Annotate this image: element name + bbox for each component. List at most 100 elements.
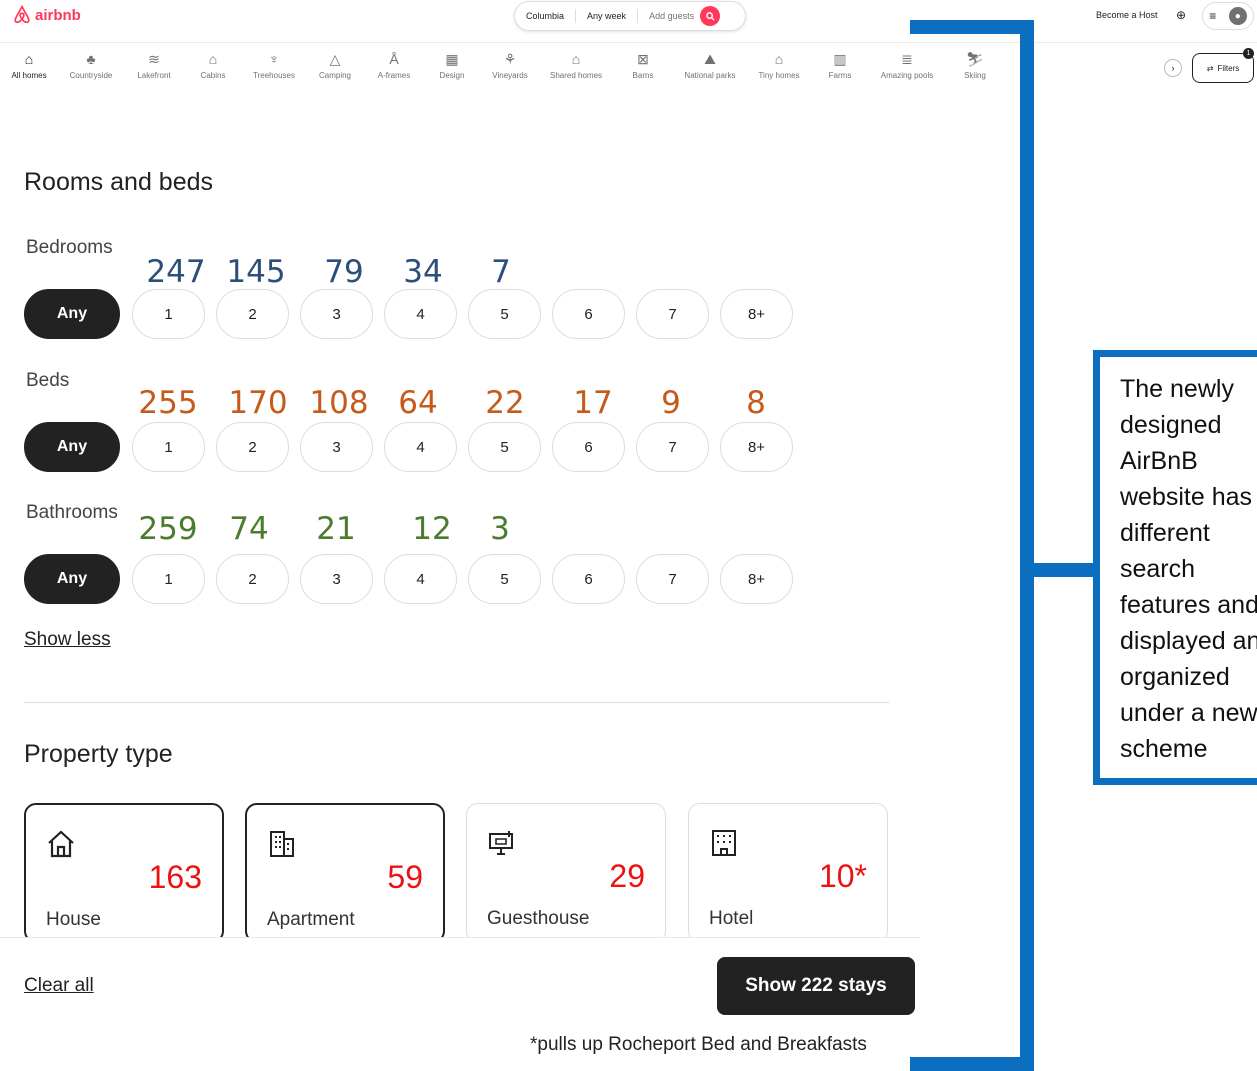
- bathrooms-option-3[interactable]: 3: [300, 554, 373, 604]
- sliders-icon: ⇄: [1206, 63, 1214, 73]
- beds-option-1[interactable]: 1: [132, 422, 205, 472]
- category-national-parks[interactable]: ⛰ National parks: [670, 50, 750, 80]
- search-bar[interactable]: Columbia Any week Add guests: [514, 1, 746, 31]
- chevron-right-icon: ›: [1171, 63, 1175, 73]
- category-skiing[interactable]: ⛷ Skiing: [935, 50, 1015, 80]
- bed-count: 8: [746, 385, 766, 421]
- beds-any-button[interactable]: Any: [24, 422, 120, 472]
- become-host-link[interactable]: Become a Host: [1096, 10, 1158, 20]
- bedrooms-option-1[interactable]: 1: [132, 289, 205, 339]
- category-label: Skiing: [964, 71, 986, 80]
- airbnb-logo[interactable]: airbnb: [12, 5, 81, 25]
- property-card-house[interactable]: 163 House: [24, 803, 224, 943]
- bathroom-count: 3: [490, 511, 510, 547]
- globe-icon[interactable]: ⊕: [1176, 8, 1186, 22]
- property-label: Apartment: [267, 909, 355, 930]
- bathrooms-label: Bathrooms: [26, 502, 118, 523]
- category-label: National parks: [684, 71, 736, 80]
- bedrooms-option-3[interactable]: 3: [300, 289, 373, 339]
- filters-count-badge: 1: [1243, 48, 1254, 59]
- annotation-callout: The newly designed AirBnB website has di…: [1093, 350, 1257, 785]
- categories-next-button[interactable]: ›: [1164, 59, 1182, 77]
- bedrooms-option-2[interactable]: 2: [216, 289, 289, 339]
- callout-line: search: [1120, 555, 1196, 583]
- bedroom-count: 247: [146, 254, 206, 290]
- user-menu-button[interactable]: ≡ ●: [1202, 2, 1254, 30]
- bedroom-count: 7: [491, 254, 511, 290]
- bedrooms-option-6[interactable]: 6: [552, 289, 625, 339]
- bathrooms-option-8plus[interactable]: 8+: [720, 554, 793, 604]
- callout-line: displayed and: [1120, 627, 1257, 655]
- property-card-guesthouse[interactable]: 29 Guesthouse: [466, 803, 666, 943]
- property-label: House: [46, 909, 101, 930]
- filters-label: Filters: [1217, 63, 1240, 73]
- bathrooms-option-5[interactable]: 5: [468, 554, 541, 604]
- bathrooms-option-6[interactable]: 6: [552, 554, 625, 604]
- bathrooms-option-7[interactable]: 7: [636, 554, 709, 604]
- search-button[interactable]: [700, 6, 721, 26]
- hamburger-icon: ≡: [1209, 9, 1217, 23]
- clear-all-link[interactable]: Clear all: [24, 975, 94, 997]
- avatar-icon: ●: [1228, 7, 1247, 25]
- callout-line: The newly: [1120, 375, 1234, 403]
- callout-line: website has: [1120, 483, 1253, 511]
- footnote: *pulls up Rocheport Bed and Breakfasts: [530, 1034, 867, 1055]
- bedroom-count: 79: [324, 254, 364, 290]
- search-dates[interactable]: Any week: [576, 9, 639, 23]
- apartment-icon: [270, 831, 294, 857]
- property-count: 163: [148, 859, 202, 895]
- property-label: Hotel: [709, 908, 754, 929]
- footer-divider: [0, 937, 920, 938]
- bathroom-count: 259: [138, 511, 198, 547]
- show-stays-button[interactable]: Show 222 stays: [717, 957, 915, 1015]
- bedrooms-option-5[interactable]: 5: [468, 289, 541, 339]
- bed-count: 9: [661, 385, 681, 421]
- beds-option-6[interactable]: 6: [552, 422, 625, 472]
- bed-count: 17: [573, 385, 613, 421]
- skiing-icon: ⛷: [966, 51, 984, 67]
- bed-count: 170: [228, 385, 288, 421]
- callout-line: scheme: [1120, 735, 1208, 763]
- bedrooms-label: Bedrooms: [26, 237, 113, 258]
- property-card-hotel[interactable]: 10* Hotel: [688, 803, 888, 943]
- bathrooms-option-1[interactable]: 1: [132, 554, 205, 604]
- bathrooms-any-button[interactable]: Any: [24, 554, 120, 604]
- beds-option-5[interactable]: 5: [468, 422, 541, 472]
- annotation-bracket-top: [910, 20, 1034, 34]
- bathrooms-option-2[interactable]: 2: [216, 554, 289, 604]
- beds-option-3[interactable]: 3: [300, 422, 373, 472]
- bedrooms-any-button[interactable]: Any: [24, 289, 120, 339]
- rooms-section-title: Rooms and beds: [24, 168, 214, 196]
- bedrooms-option-8plus[interactable]: 8+: [720, 289, 793, 339]
- bedroom-count: 34: [403, 254, 443, 290]
- search-location[interactable]: Columbia: [515, 9, 577, 23]
- callout-line: features and: [1120, 591, 1257, 619]
- header-divider: [0, 42, 1257, 43]
- callout-line: under a new: [1120, 699, 1257, 727]
- bathrooms-option-4[interactable]: 4: [384, 554, 457, 604]
- hotel-icon: [712, 830, 736, 856]
- bedrooms-option-7[interactable]: 7: [636, 289, 709, 339]
- national-park-icon: ⛰: [704, 51, 716, 67]
- beds-option-4[interactable]: 4: [384, 422, 457, 472]
- beds-option-7[interactable]: 7: [636, 422, 709, 472]
- annotation-bracket-bottom: [910, 1057, 1034, 1071]
- bed-count: 255: [138, 385, 198, 421]
- callout-line: different: [1120, 519, 1210, 547]
- property-count: 59: [387, 859, 423, 895]
- bed-count: 22: [485, 385, 525, 421]
- bathroom-count: 21: [316, 511, 356, 547]
- airbnb-logo-icon: [14, 5, 30, 24]
- bedrooms-option-4[interactable]: 4: [384, 289, 457, 339]
- callout-line: AirBnB: [1120, 447, 1198, 475]
- beds-option-2[interactable]: 2: [216, 422, 289, 472]
- callout-line: designed: [1120, 411, 1222, 439]
- property-count: 10*: [818, 858, 867, 894]
- search-guests[interactable]: Add guests: [638, 9, 698, 23]
- show-less-link[interactable]: Show less: [24, 629, 111, 651]
- guesthouse-icon: [489, 831, 513, 855]
- property-card-apartment[interactable]: 59 Apartment: [245, 803, 445, 943]
- bedroom-count: 145: [226, 254, 286, 290]
- beds-option-8plus[interactable]: 8+: [720, 422, 793, 472]
- section-divider: [24, 702, 889, 703]
